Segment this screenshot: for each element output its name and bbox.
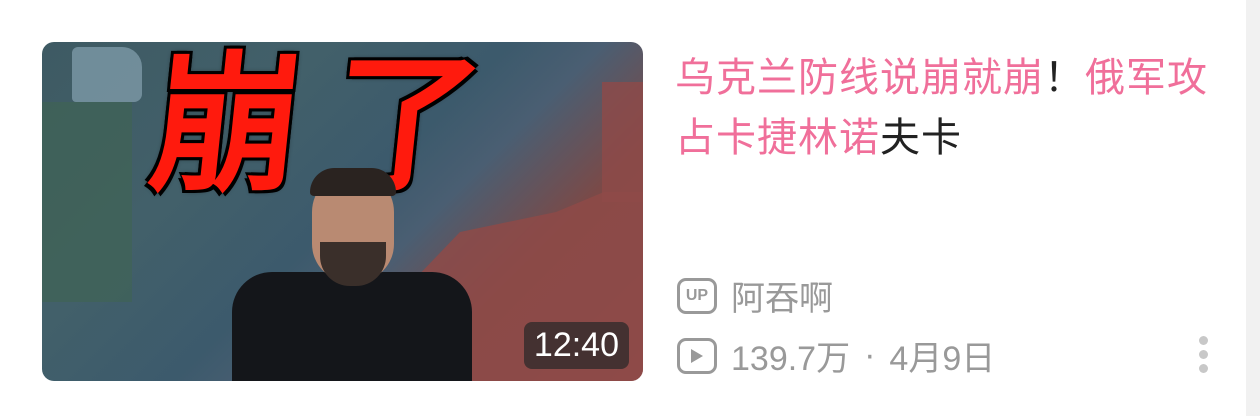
uploader-row[interactable]: UP 阿吞啊 [677, 271, 833, 320]
title-text: ！ [1044, 55, 1085, 101]
play-count-icon [677, 337, 717, 374]
person-figure [232, 168, 472, 381]
view-count: 139.7万 [731, 340, 851, 378]
more-options-icon[interactable] [1196, 336, 1210, 373]
up-badge-icon: UP [677, 277, 717, 314]
video-thumbnail[interactable]: 崩了 12:40 [42, 42, 643, 381]
scrollbar-track [1246, 0, 1260, 416]
separator: · [864, 336, 876, 374]
title-highlight: 乌克兰防线说崩就崩 [675, 55, 1044, 101]
map-field [42, 102, 132, 302]
map-lake [72, 47, 142, 102]
uploader-name[interactable]: 阿吞啊 [731, 271, 833, 320]
title-text: 夫卡 [880, 115, 962, 161]
video-title[interactable]: 乌克兰防线说崩就崩！俄军攻占卡捷林诺夫卡 [675, 48, 1235, 168]
video-duration: 12:40 [523, 322, 629, 369]
stats-row: 139.7万 · 4月9日 [677, 331, 995, 380]
publish-date: 4月9日 [889, 340, 996, 378]
map-occupied-zone [602, 82, 643, 202]
